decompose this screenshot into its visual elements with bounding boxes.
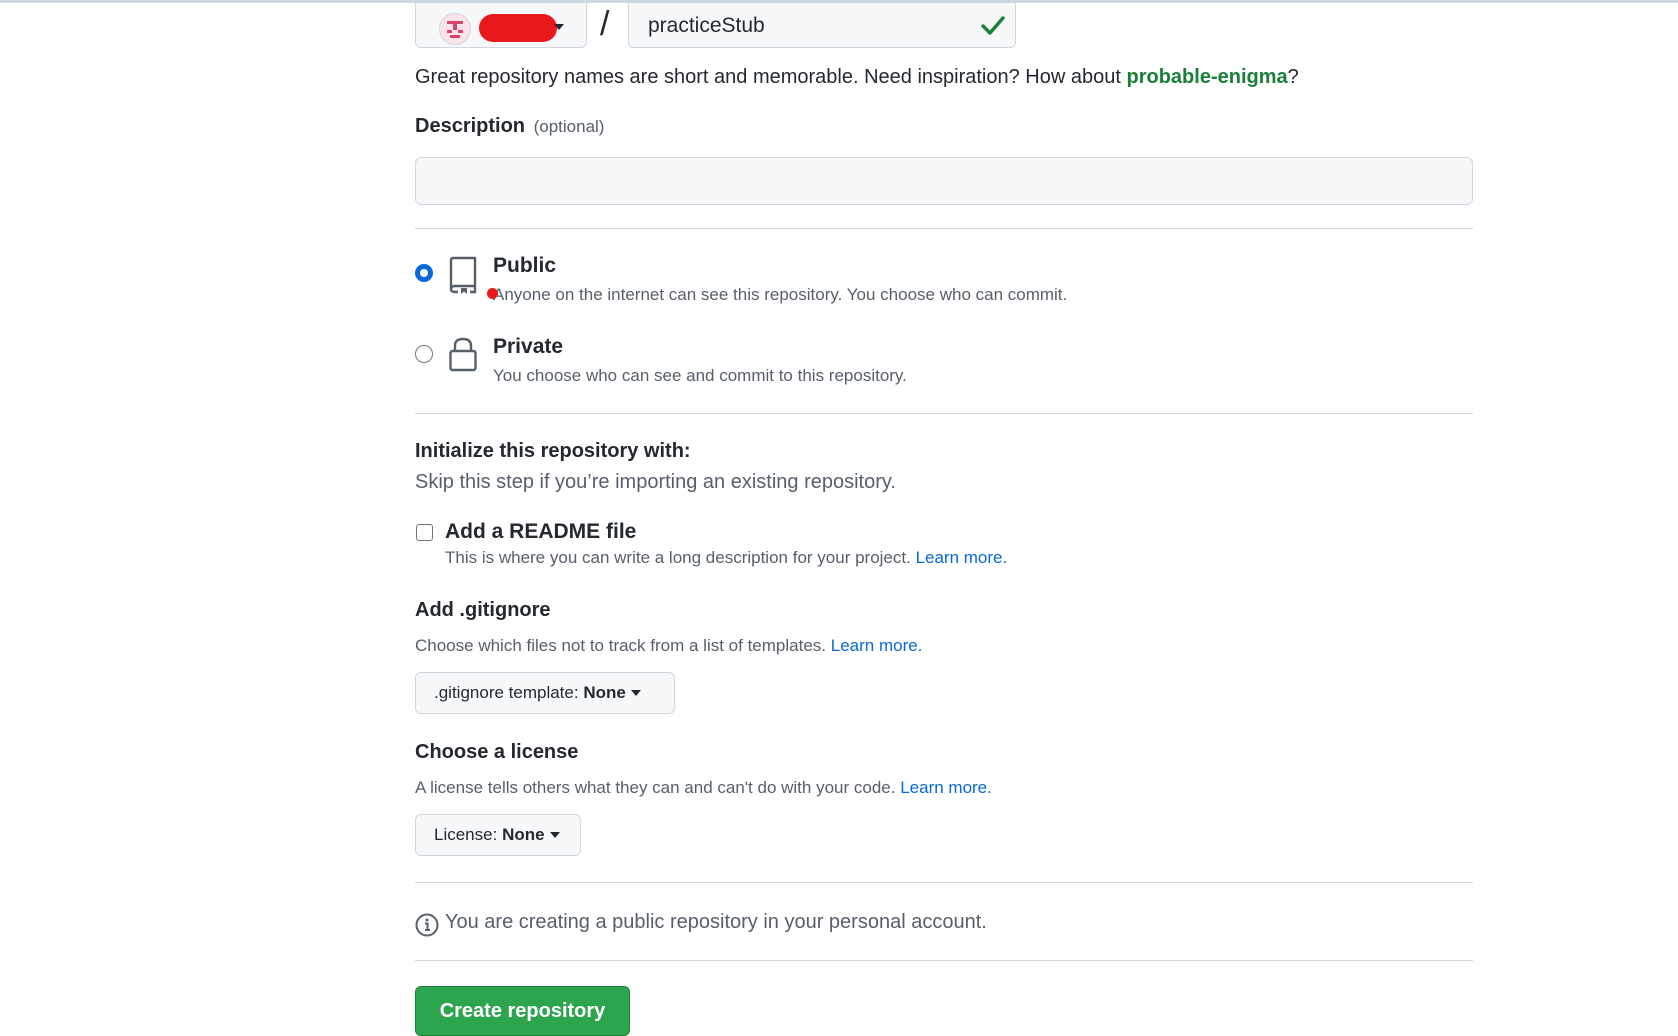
license-learn-more-link[interactable]: Learn more.: [900, 778, 992, 797]
public-description: Anyone on the internet can see this repo…: [493, 285, 1068, 304]
gitignore-select-value: None: [583, 683, 626, 702]
repository-name-value: practiceStub: [648, 14, 765, 37]
license-title: Choose a license: [415, 741, 579, 763]
private-description: You choose who can see and commit to thi…: [493, 366, 907, 385]
readme-label[interactable]: Add a README file: [445, 520, 636, 544]
identicon-avatar: [439, 13, 471, 45]
chevron-down-icon: [549, 831, 560, 838]
hint-suffix: ?: [1287, 66, 1299, 88]
owner-name-redaction: [479, 14, 557, 42]
gitignore-template-select[interactable]: .gitignore template: None: [415, 672, 675, 714]
repository-name-hint: Great repository names are short and mem…: [415, 66, 1299, 89]
gitignore-title: Add .gitignore: [415, 599, 551, 621]
notice-text: You are creating a public repository in …: [445, 911, 987, 933]
check-icon: [981, 14, 1005, 41]
readme-checkbox[interactable]: [416, 524, 433, 541]
repo-icon: [448, 256, 478, 299]
gitignore-learn-more-link[interactable]: Learn more.: [831, 636, 923, 655]
private-radio[interactable]: [415, 345, 433, 363]
owner-repo-separator: /: [600, 5, 610, 43]
license-description-text: A license tells others what they can and…: [415, 778, 896, 797]
name-suggestion-link[interactable]: probable-enigma: [1126, 66, 1287, 88]
license-select-value: None: [502, 825, 545, 844]
lock-icon: [448, 337, 478, 377]
public-title: Public: [493, 254, 557, 277]
annotation-dot: [487, 288, 498, 299]
license-select-prefix: License:: [434, 825, 498, 844]
hint-prefix: Great repository names are short and mem…: [415, 66, 1127, 88]
owner-select-button[interactable]: [415, 3, 587, 48]
description-label: Description (optional): [415, 115, 604, 138]
license-select[interactable]: License: None: [415, 814, 581, 856]
license-description: A license tells others what they can and…: [415, 778, 992, 798]
chevron-down-icon: [554, 24, 564, 30]
initialize-title: Initialize this repository with:: [415, 440, 691, 462]
info-icon: [415, 913, 439, 942]
readme-description-text: This is where you can write a long descr…: [445, 548, 911, 567]
readme-learn-more-link[interactable]: Learn more.: [916, 548, 1008, 567]
readme-description: This is where you can write a long descr…: [445, 548, 1007, 568]
divider: [415, 960, 1473, 961]
divider: [415, 882, 1473, 883]
gitignore-description-text: Choose which files not to track from a l…: [415, 636, 827, 655]
create-repository-button[interactable]: Create repository: [415, 986, 630, 1036]
description-label-text: Description: [415, 115, 526, 137]
repository-name-input[interactable]: practiceStub: [628, 3, 1016, 48]
public-radio[interactable]: [415, 264, 433, 282]
gitignore-select-prefix: .gitignore template:: [434, 683, 579, 702]
divider: [415, 413, 1473, 414]
private-title: Private: [493, 335, 564, 358]
optional-tag: (optional): [533, 117, 605, 136]
gitignore-description: Choose which files not to track from a l…: [415, 636, 922, 656]
description-input[interactable]: [415, 157, 1473, 205]
chevron-down-icon: [630, 689, 641, 696]
divider: [415, 228, 1473, 229]
initialize-subtitle: Skip this step if you’re importing an ex…: [415, 471, 896, 493]
